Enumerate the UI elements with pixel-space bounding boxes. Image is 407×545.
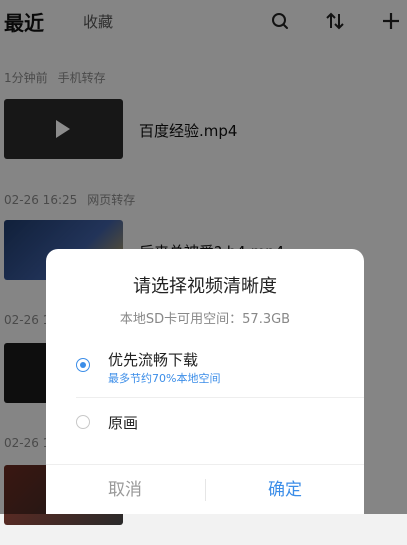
quality-dialog: 请选择视频清晰度 本地SD卡可用空间：57.3GB 优先流畅下载 最多节约70%… [46,249,364,514]
option-original[interactable]: 原画 [76,412,346,436]
storage-info: 本地SD卡可用空间：57.3GB [119,312,291,327]
dialog-title: 请选择视频清晰度 [133,276,277,297]
option-label: 原画 [108,414,139,432]
radio-unselected-icon[interactable] [76,415,90,429]
cancel-button[interactable]: 取消 [46,465,204,515]
option-note: 最多节约70%本地空间 [108,372,221,385]
radio-selected-icon[interactable] [76,358,90,372]
option-smooth-download[interactable]: 优先流畅下载 最多节约70%本地空间 [76,349,346,389]
dialog-button-bar: 取消 确定 [46,464,364,515]
divider [76,397,364,398]
confirm-button[interactable]: 确定 [206,465,364,515]
option-label: 优先流畅下载 [108,351,199,369]
